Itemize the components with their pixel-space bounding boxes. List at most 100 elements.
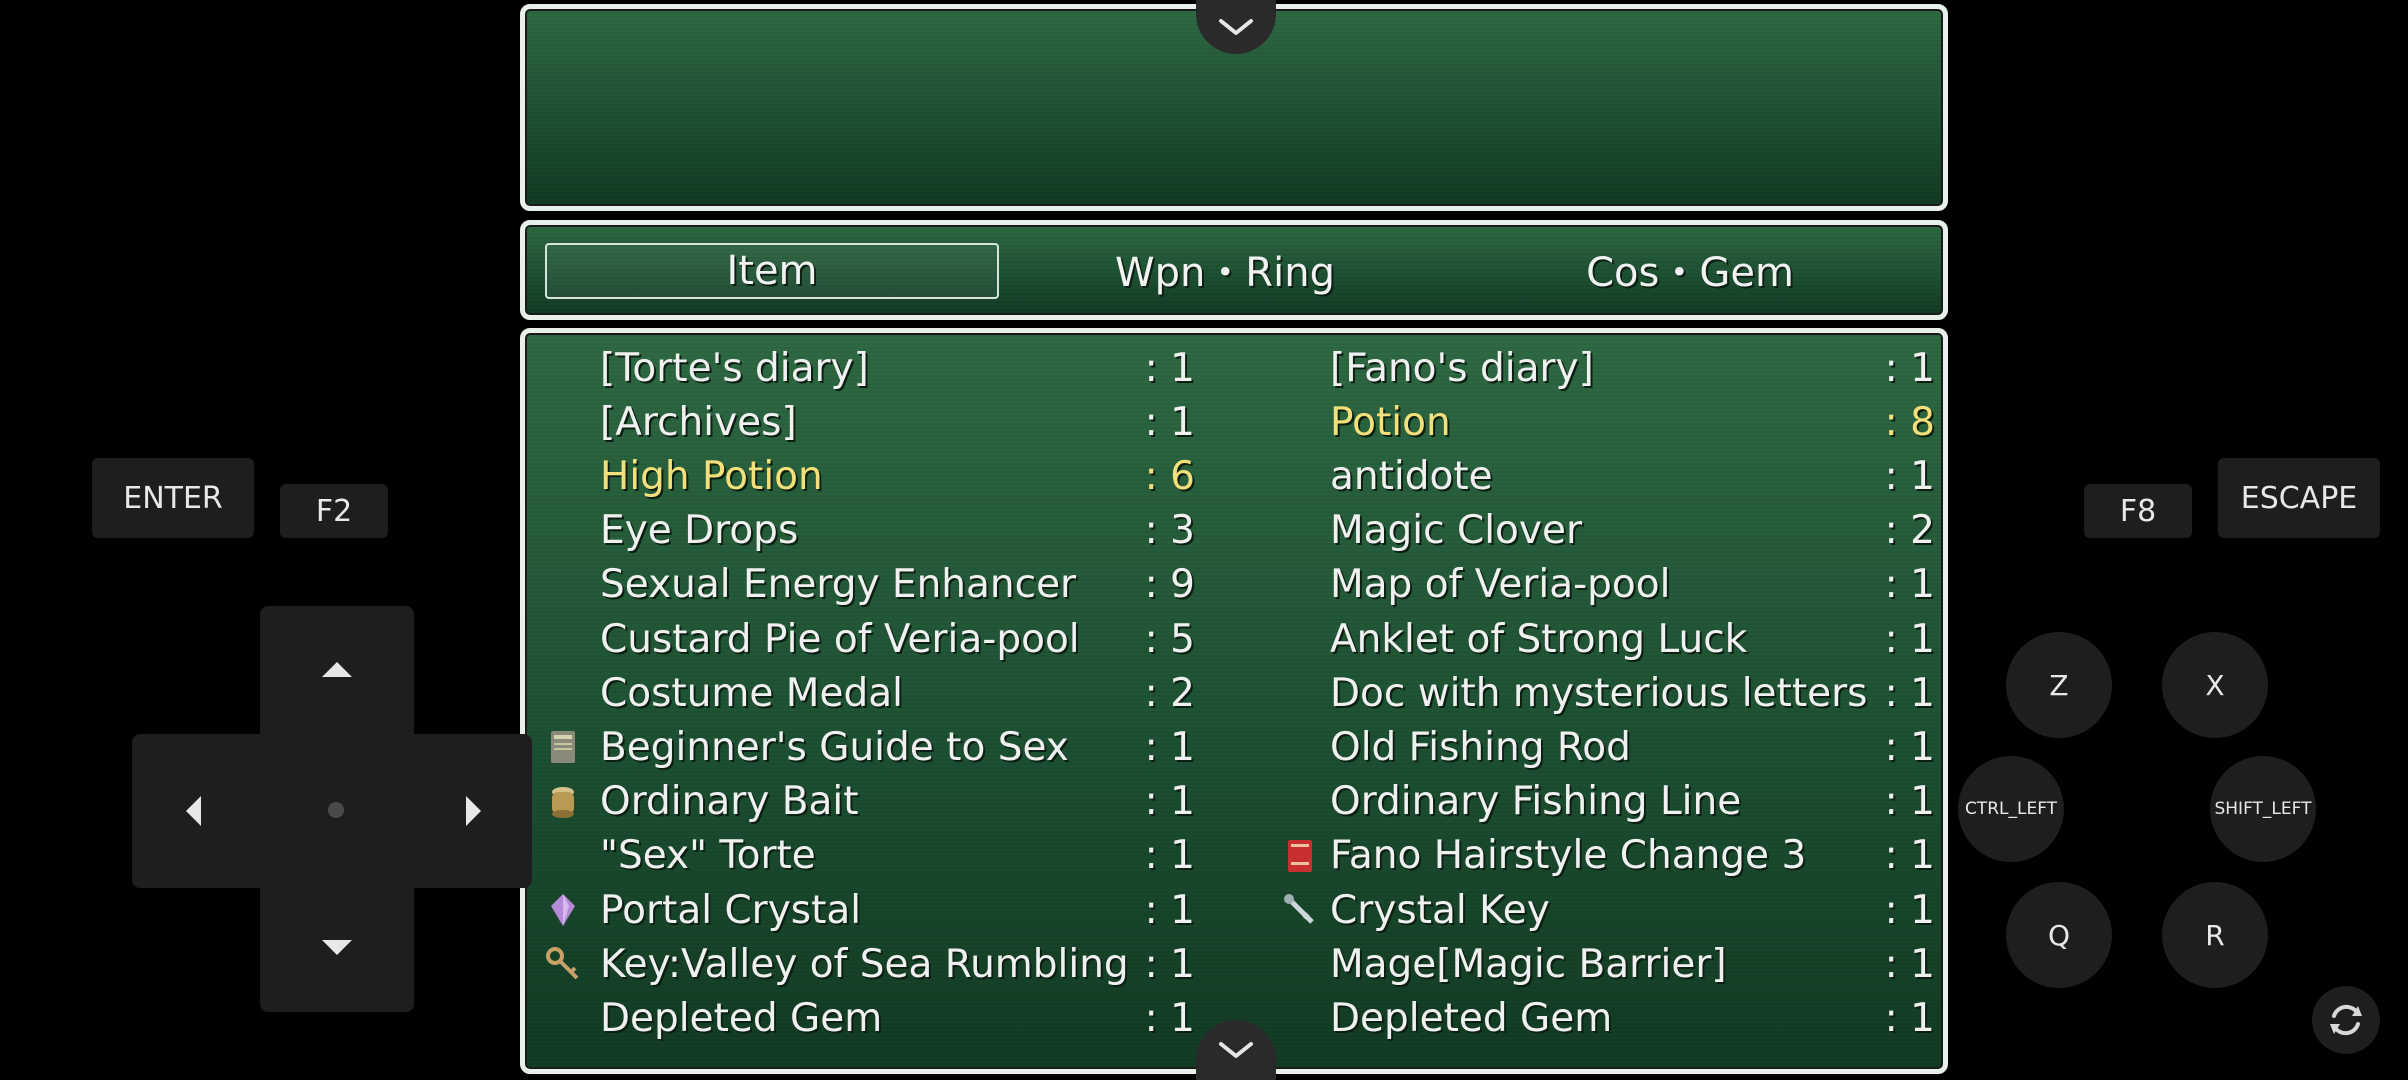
item-quantity: : 1 — [1884, 453, 1935, 499]
item-name: Beginner's Guide to Sex — [600, 724, 1069, 770]
item-row[interactable]: Crystal Key : 1 — [1284, 883, 1935, 937]
item-quantity: : 2 — [1144, 670, 1195, 716]
item-row[interactable]: Doc with mysterious letters: 1 — [1330, 666, 1935, 720]
category-tabs-window: Item Wpn・Ring Cos・Gem — [520, 220, 1948, 320]
item-quantity: : 1 — [1884, 779, 1935, 825]
item-quantity: : 1 — [1884, 833, 1935, 879]
dpad-left-button[interactable] — [132, 734, 260, 888]
item-name: Magic Clover — [1330, 508, 1583, 554]
item-name: Mage[Magic Barrier] — [1330, 941, 1727, 987]
item-row[interactable]: Eye Drops : 3 — [525, 504, 1195, 558]
item-row[interactable]: Mage[Magic Barrier]: 1 — [1330, 937, 1935, 991]
tab-wpn-ring[interactable]: Wpn・Ring — [1005, 243, 1445, 296]
dpad-center-dot — [328, 802, 344, 818]
item-name: Portal Crystal — [600, 887, 862, 933]
item-quantity: : 1 — [1884, 562, 1935, 608]
chevron-down-icon — [1219, 1042, 1253, 1058]
ctrl-left-key-button[interactable]: CTRL_LEFT — [1958, 756, 2064, 862]
dpad-down-button[interactable] — [260, 888, 414, 1012]
item-name: Sexual Energy Enhancer — [600, 562, 1077, 608]
key-icon — [543, 944, 583, 984]
item-row[interactable]: Beginner's Guide to Sex : 1 — [525, 720, 1195, 774]
item-list-window: [Torte's diary]: 1 [Archives]: 1 High Poti… — [520, 328, 1948, 1074]
item-quantity: : 1 — [1144, 833, 1195, 879]
chevron-down-icon — [1219, 19, 1253, 35]
item-name: Old Fishing Rod — [1330, 724, 1631, 770]
f8-key-button[interactable]: F8 — [2084, 484, 2192, 538]
dpad-up-button[interactable] — [260, 606, 414, 734]
item-name: Potion — [1330, 399, 1451, 445]
tab-cos-gem[interactable]: Cos・Gem — [1465, 243, 1915, 296]
item-row[interactable]: Sexual Energy Enhancer : 9 — [525, 558, 1195, 612]
item-row[interactable]: antidote : 1 — [1330, 449, 1935, 503]
item-row[interactable]: [Fano's diary]: 1 — [1330, 341, 1935, 395]
escape-key-button[interactable]: ESCAPE — [2218, 458, 2380, 538]
item-name: "Sex" Torte — [600, 833, 816, 879]
item-row[interactable]: Depleted Gem: 1 — [1330, 991, 1935, 1045]
jar-icon — [543, 782, 583, 822]
z-key-button[interactable]: Z — [2006, 632, 2112, 738]
item-row[interactable]: Potion : 8 — [1330, 395, 1935, 449]
item-row[interactable]: Costume Medal : 2 — [525, 666, 1195, 720]
item-name: Custard Pie of Veria-pool — [600, 616, 1080, 662]
item-quantity: : 8 — [1884, 399, 1935, 445]
item-quantity: : 1 — [1884, 887, 1935, 933]
item-quantity: : 1 — [1144, 724, 1195, 770]
item-row[interactable]: Magic Clover : 2 — [1330, 504, 1935, 558]
f2-key-button[interactable]: F2 — [280, 484, 388, 538]
item-row[interactable]: Custard Pie of Veria-pool : 5 — [525, 612, 1195, 666]
item-row[interactable]: "Sex" Torte : 1 — [525, 829, 1195, 883]
item-row[interactable]: Ordinary Fishing Line : 1 — [1330, 775, 1935, 829]
item-row[interactable]: Old Fishing Rod : 1 — [1330, 720, 1935, 774]
arrow-up-icon — [322, 662, 352, 677]
item-row[interactable]: High Potion : 6 — [525, 449, 1195, 503]
rotate-icon — [2330, 1004, 2362, 1036]
item-row[interactable]: Portal Crystal: 1 — [525, 883, 1195, 937]
arrow-down-icon — [322, 940, 352, 955]
item-name: Costume Medal — [600, 670, 903, 716]
rotate-button[interactable] — [2312, 986, 2380, 1054]
item-row[interactable]: Depleted Gem: 1 — [525, 991, 1195, 1045]
item-row[interactable]: [Archives]: 1 — [525, 395, 1195, 449]
item-name: Ordinary Fishing Line — [1330, 779, 1742, 825]
item-name: Depleted Gem — [1330, 995, 1613, 1041]
shift-left-key-button[interactable]: SHIFT_LEFT — [2210, 756, 2316, 862]
item-quantity: : 2 — [1884, 508, 1935, 554]
item-row[interactable]: Ordinary Bait : 1 — [525, 775, 1195, 829]
item-name: Doc with mysterious letters — [1330, 670, 1868, 716]
item-quantity: : 3 — [1144, 508, 1195, 554]
item-name: Crystal Key — [1330, 887, 1550, 933]
arrow-left-icon — [186, 796, 201, 826]
item-quantity: : 5 — [1144, 616, 1195, 662]
item-name: Ordinary Bait — [600, 779, 859, 825]
item-row[interactable]: Fano Hairstyle Change 3: 1 — [1288, 829, 1935, 883]
item-quantity: : 9 — [1144, 562, 1195, 608]
item-quantity: : 6 — [1144, 453, 1195, 499]
item-row[interactable]: Anklet of Strong Luck : 1 — [1330, 612, 1935, 666]
item-name: Depleted Gem — [600, 995, 883, 1041]
item-quantity: : 1 — [1144, 345, 1195, 391]
item-quantity: : 1 — [1144, 399, 1195, 445]
item-name: [Torte's diary] — [600, 345, 869, 391]
item-name: Anklet of Strong Luck — [1330, 616, 1748, 662]
item-quantity: : 1 — [1884, 616, 1935, 662]
item-name: Eye Drops — [600, 508, 799, 554]
r-key-button[interactable]: R — [2162, 882, 2268, 988]
item-quantity: : 1 — [1144, 779, 1195, 825]
q-key-button[interactable]: Q — [2006, 882, 2112, 988]
game-screen: Item Wpn・Ring Cos・Gem [Torte's diary] : 1… — [0, 0, 2408, 1080]
tab-item[interactable]: Item — [545, 243, 999, 299]
item-quantity: : 1 — [1884, 724, 1935, 770]
dpad-right-button[interactable] — [414, 734, 532, 888]
item-name: [Fano's diary] — [1330, 345, 1594, 391]
x-key-button[interactable]: X — [2162, 632, 2268, 738]
item-name: High Potion — [600, 453, 823, 499]
crystal-key-icon — [1280, 890, 1320, 930]
item-name: antidote — [1330, 453, 1493, 499]
crystal-icon — [543, 890, 583, 930]
item-row[interactable]: [Torte's diary] : 1 — [525, 341, 1195, 395]
item-row[interactable]: Map of Veria-pool: 1 — [1330, 558, 1935, 612]
enter-key-button[interactable]: ENTER — [92, 458, 254, 538]
item-name: Key:Valley of Sea Rumbling — [600, 941, 1129, 987]
item-row[interactable]: Key:Valley of Sea Rumbling: 1 — [525, 937, 1195, 991]
